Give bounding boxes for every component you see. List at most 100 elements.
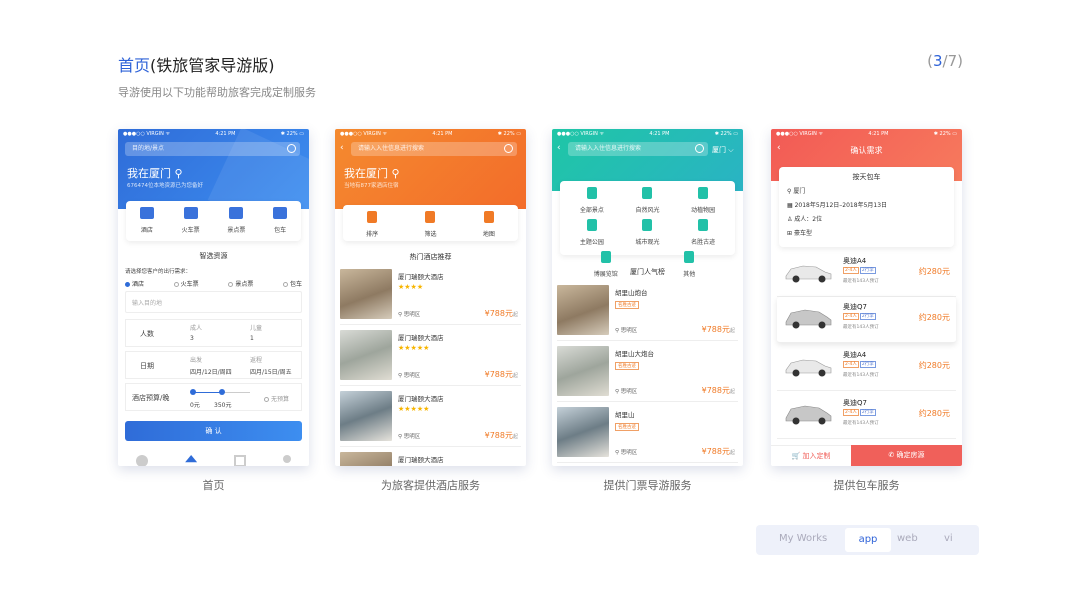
depart-value[interactable]: 四月/12日/周四 bbox=[190, 367, 232, 376]
search-icon[interactable] bbox=[504, 144, 513, 153]
cat-heritage[interactable]: 名胜古迹 bbox=[682, 219, 724, 251]
cat-city[interactable]: 城市观光 bbox=[626, 219, 668, 251]
phone-hotels: ●●●○○ VIRGIN ᯤ 4:21 PM ✱ 22% ▭ ‹ 请输入入住信息进行… bbox=[335, 129, 526, 466]
opt-hotel[interactable]: 酒店 bbox=[125, 279, 144, 288]
list-item[interactable]: 胡里山炮台 名胜古迹 ⚲ 思明区 ¥788元起 bbox=[557, 281, 738, 341]
hotel-name: 厦门瑞颐大酒店 bbox=[398, 273, 444, 281]
back-icon[interactable]: ‹ bbox=[557, 143, 561, 153]
cat-zoo[interactable]: 动植物园 bbox=[682, 187, 724, 219]
map-button[interactable]: 地图 bbox=[483, 211, 495, 238]
filter-button[interactable]: 筛选 bbox=[424, 211, 437, 238]
opt-car[interactable]: 包车 bbox=[282, 279, 302, 288]
confirm-button[interactable]: ✆ 确定房源 bbox=[851, 445, 962, 466]
tab-home-icon[interactable] bbox=[136, 455, 149, 466]
spot-photo bbox=[557, 346, 609, 396]
location-text: 我在厦门 bbox=[344, 167, 388, 180]
park-icon bbox=[586, 219, 597, 231]
hotel-icon bbox=[139, 207, 154, 219]
tab-vi[interactable]: vi bbox=[944, 533, 953, 544]
spot-price: ¥788元起 bbox=[702, 446, 735, 457]
city-selector[interactable]: 厦门 ⌵ bbox=[712, 145, 734, 155]
opt-scenic[interactable]: 景点票 bbox=[228, 279, 253, 288]
hotel-stars: ★★★★★ bbox=[398, 405, 430, 413]
tab-app[interactable]: app bbox=[845, 528, 891, 552]
list-item[interactable]: 厦门瑞颐大酒店 ★★★★★ ⚲ 思明区 ¥788元起 bbox=[340, 326, 521, 386]
list-item[interactable]: 奥迪Q7 2-4人 2行李 最近有143人预订 约280元 bbox=[777, 297, 956, 343]
tag-luggage: 2行李 bbox=[859, 361, 876, 368]
cat-car[interactable]: 包车 bbox=[273, 207, 288, 234]
list-item[interactable]: 胡里山 名胜古迹 ⚲ 思明区 ¥788元起 bbox=[557, 403, 738, 463]
page-indicator: (3/7) bbox=[927, 52, 963, 70]
back-icon[interactable]: ‹ bbox=[340, 143, 344, 153]
opt-label: 包车 bbox=[289, 281, 302, 288]
sort-button[interactable]: 排序 bbox=[366, 211, 378, 238]
hotel-price: ¥788元起 bbox=[485, 308, 518, 319]
cat-scenic[interactable]: 景点票 bbox=[227, 207, 245, 234]
clock: 4:21 PM bbox=[868, 131, 889, 137]
car-price: 约280元 bbox=[918, 409, 950, 418]
tab-my-works[interactable]: My Works bbox=[779, 533, 827, 544]
tab-web[interactable]: web bbox=[897, 533, 918, 544]
list-item[interactable]: 厦门瑞颐大酒店 ★★★★★ ⚲ 思明区 ¥788元起 bbox=[340, 387, 521, 447]
child-label: 儿童 bbox=[250, 325, 263, 332]
caption-tickets: 提供门票导游服务 bbox=[603, 479, 692, 492]
search-icon[interactable] bbox=[695, 144, 704, 153]
child-value[interactable]: 1 bbox=[250, 335, 254, 342]
add-to-custom-button[interactable]: 🛒 加入定制 bbox=[771, 445, 851, 466]
car-name: 奥迪Q7 bbox=[843, 303, 867, 311]
list-item[interactable]: 奥迪Q7 2-4人 2行李 最近有143人预订 约280元 bbox=[777, 393, 956, 439]
price-unit: 起 bbox=[729, 328, 735, 334]
list-item[interactable]: 厦门瑞颐大酒店 bbox=[340, 448, 521, 466]
district-text: 思明区 bbox=[620, 328, 638, 334]
return-value[interactable]: 四月/15日/周五 bbox=[250, 367, 292, 376]
hotel-name: 厦门瑞颐大酒店 bbox=[398, 395, 444, 403]
slider-handle-max[interactable] bbox=[219, 389, 225, 395]
adult-label: 成人 bbox=[190, 325, 203, 332]
search-icon[interactable] bbox=[287, 144, 296, 153]
date-row: 日期 出发 四月/12日/周四 返程 四月/15日/周五 bbox=[125, 351, 302, 379]
car-icon bbox=[785, 359, 832, 377]
hotel-district: ⚲ 思明区 bbox=[398, 434, 421, 440]
section-title: 厦门人气榜 bbox=[630, 268, 665, 276]
hotel-name: 厦门瑞颐大酒店 bbox=[398, 334, 444, 342]
tag-luggage: 2行李 bbox=[859, 409, 876, 416]
tab-bar bbox=[118, 455, 309, 466]
cat-label: 地图 bbox=[482, 231, 495, 238]
tab-discover-icon[interactable] bbox=[185, 455, 198, 463]
cat-label: 景点票 bbox=[227, 227, 246, 234]
hotel-header: ●●●○○ VIRGIN ᯤ 4:21 PM ✱ 22% ▭ ‹ 请输入入住信息进行… bbox=[335, 129, 526, 209]
car-name: 奥迪A4 bbox=[843, 257, 867, 265]
landscape-icon bbox=[642, 187, 653, 199]
cat-label: 酒店 bbox=[140, 227, 153, 234]
cat-theme[interactable]: 主题公园 bbox=[571, 219, 613, 251]
search-input[interactable]: 目的地/景点 bbox=[125, 142, 300, 156]
cat-train[interactable]: 火车票 bbox=[182, 207, 200, 234]
list-item[interactable]: 胡里山大炮台 名胜古迹 ⚲ 思明区 ¥788元起 bbox=[557, 342, 738, 402]
list-item[interactable]: 厦门瑞颐大酒店 ★★★★ ⚲ 思明区 ¥788元起 bbox=[340, 265, 521, 325]
price-unit: 起 bbox=[729, 389, 735, 395]
need-options: 酒店 火车票 景点票 包车 bbox=[125, 279, 302, 288]
dates-text: 2018年5月12日–2018年5月13日 bbox=[794, 202, 888, 209]
spot-photo bbox=[557, 285, 609, 335]
destination-input[interactable]: 输入目的地 bbox=[125, 291, 302, 313]
tab-profile-icon[interactable] bbox=[282, 455, 291, 463]
caption-charter: 提供包车服务 bbox=[833, 479, 900, 492]
adult-value[interactable]: 3 bbox=[190, 335, 194, 342]
list-item[interactable]: 奥迪A4 2-4人 2行李 最近有143人预订 约280元 bbox=[777, 251, 956, 297]
search-input[interactable]: 请输入入住信息进行搜索 bbox=[568, 142, 708, 156]
slider-handle-min[interactable] bbox=[190, 389, 196, 395]
cat-label: 筛选 bbox=[424, 231, 437, 238]
cat-hotel[interactable]: 酒店 bbox=[139, 207, 154, 234]
cat-all[interactable]: 全部景点 bbox=[571, 187, 613, 219]
tab-orders-icon[interactable] bbox=[233, 455, 246, 466]
search-input[interactable]: 请输入入住信息进行搜索 bbox=[351, 142, 517, 156]
no-budget-option[interactable]: 无预算 bbox=[264, 394, 289, 403]
cat-label: 自然风光 bbox=[635, 207, 660, 214]
list-item[interactable]: 奥迪A4 2-4人 2行李 最近有143人预订 约280元 bbox=[777, 345, 956, 391]
tag-luggage: 2行李 bbox=[859, 313, 876, 320]
battery: ✱ 22% ▭ bbox=[933, 131, 957, 137]
district-text: 思明区 bbox=[403, 312, 421, 318]
opt-train[interactable]: 火车票 bbox=[173, 279, 199, 288]
confirm-button[interactable]: 确 认 bbox=[125, 421, 302, 441]
cat-nature[interactable]: 自然风光 bbox=[626, 187, 668, 219]
